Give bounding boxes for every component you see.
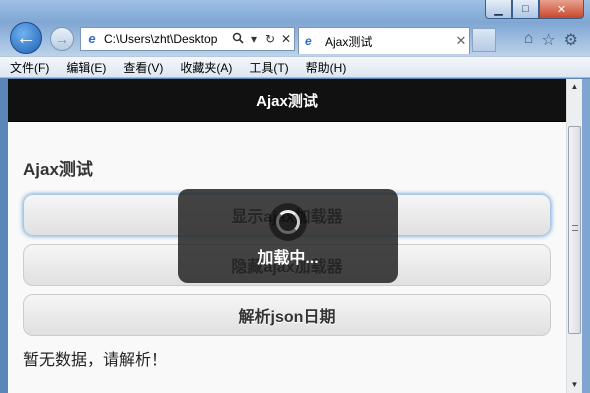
ie-tab-icon: e xyxy=(305,34,312,48)
arrow-right-icon: → xyxy=(55,31,69,47)
menu-edit[interactable]: 编辑(E) xyxy=(66,59,106,76)
scroll-thumb[interactable] xyxy=(568,126,581,334)
tab-title: Ajax测试 xyxy=(325,34,373,49)
back-button[interactable]: ← xyxy=(10,22,42,54)
star-icon[interactable]: ☆ xyxy=(541,30,555,50)
menu-view[interactable]: 查看(V) xyxy=(123,59,163,76)
vertical-scrollbar[interactable]: ▲ ▼ xyxy=(566,79,582,393)
parse-json-date-button[interactable]: 解析json日期 xyxy=(23,294,551,336)
scroll-down-arrow-icon[interactable]: ▼ xyxy=(567,377,582,393)
menu-favorites[interactable]: 收藏夹(A) xyxy=(180,59,232,76)
close-icon[interactable]: ✕ xyxy=(453,33,469,49)
loading-overlay: 加载中... xyxy=(178,189,398,283)
forward-button[interactable]: → xyxy=(50,27,74,51)
maximize-button[interactable]: □ xyxy=(512,0,539,19)
spinner-icon xyxy=(269,203,307,241)
page-header: Ajax测试 xyxy=(8,79,566,122)
minimize-button[interactable]: ▁ xyxy=(485,0,512,19)
window-titlebar: ▁ □ ✕ ← → e C:\Users\zht\Desktop ▾ ↻ ✕ e… xyxy=(0,0,590,56)
loading-text: 加载中... xyxy=(257,250,319,267)
gear-icon[interactable]: ⚙ xyxy=(564,30,578,50)
menu-file[interactable]: 文件(F) xyxy=(10,59,49,76)
tab-ajax-test[interactable]: e Ajax测试 ✕ xyxy=(298,27,470,54)
browser-toolbar-icons: ⌂ ☆ ⚙ xyxy=(524,30,578,50)
menu-bar: 文件(F) 编辑(E) 查看(V) 收藏夹(A) 工具(T) 帮助(H) xyxy=(0,56,590,78)
search-icon[interactable] xyxy=(230,32,246,47)
menu-tools[interactable]: 工具(T) xyxy=(249,59,288,76)
window-frame-right xyxy=(582,79,590,393)
arrow-left-icon: ← xyxy=(16,26,36,49)
result-text: 暂无数据，请解析！ xyxy=(23,352,168,369)
address-url[interactable]: C:\Users\zht\Desktop xyxy=(104,32,230,46)
new-tab-button[interactable] xyxy=(472,28,496,52)
scroll-up-arrow-icon[interactable]: ▲ xyxy=(567,79,582,95)
page-viewport: Ajax测试 Ajax测试 显示ajax加载器 隐藏ajax加载器 解析json… xyxy=(8,79,566,393)
window-controls: ▁ □ ✕ xyxy=(485,0,584,19)
ie-page-icon: e xyxy=(88,31,96,46)
stop-icon[interactable]: ✕ xyxy=(278,32,294,46)
menu-help[interactable]: 帮助(H) xyxy=(306,59,347,76)
refresh-icon[interactable]: ↻ xyxy=(262,32,278,46)
chevron-down-icon[interactable]: ▾ xyxy=(246,32,262,46)
page-title: Ajax测试 xyxy=(23,160,93,179)
address-bar[interactable]: e C:\Users\zht\Desktop ▾ ↻ ✕ xyxy=(80,27,295,51)
close-window-button[interactable]: ✕ xyxy=(539,0,584,19)
home-icon[interactable]: ⌂ xyxy=(524,30,534,50)
